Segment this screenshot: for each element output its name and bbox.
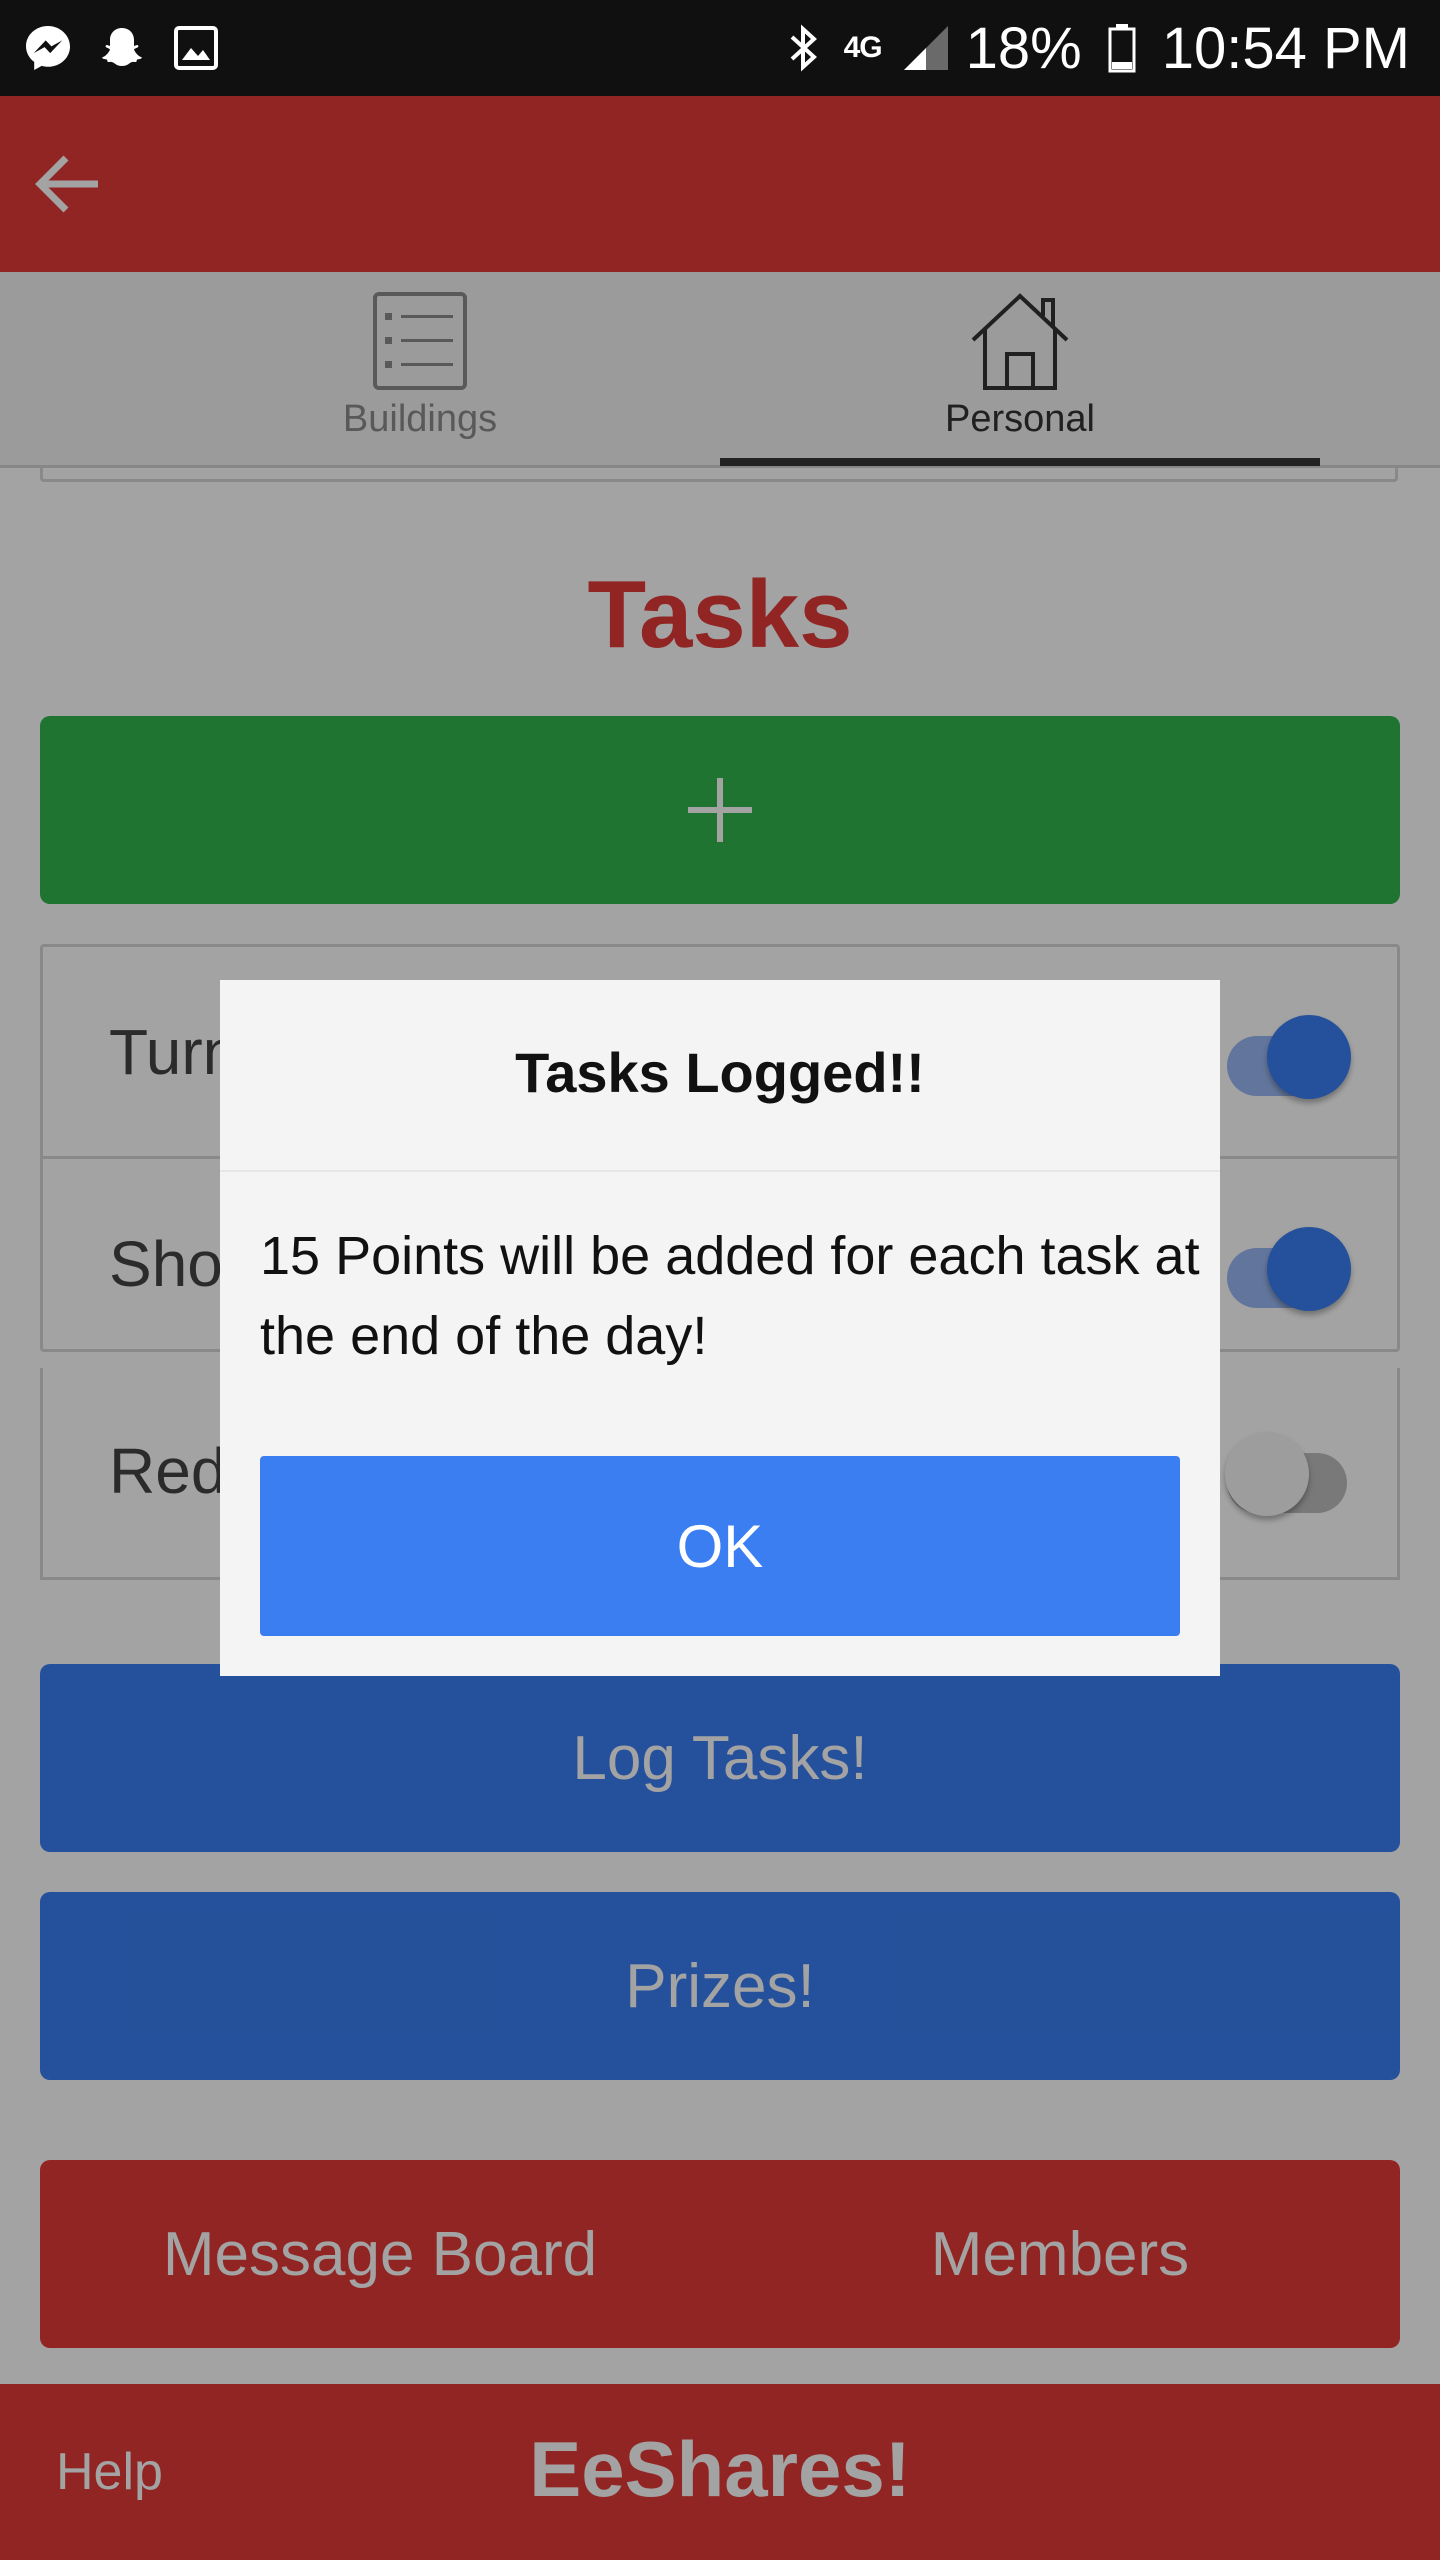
bluetooth-icon [778, 22, 830, 74]
snapchat-icon [96, 22, 148, 74]
tasks-logged-dialog: Tasks Logged!! 15 Points will be added f… [220, 980, 1220, 1676]
dialog-title: Tasks Logged!! [515, 1041, 925, 1104]
battery-icon [1096, 22, 1148, 74]
dialog-divider [220, 1170, 1220, 1172]
dialog-message: 15 Points will be added for each task at… [260, 1226, 1200, 1366]
signal-icon [900, 22, 952, 74]
gallery-icon [170, 22, 222, 74]
messenger-icon [22, 22, 74, 74]
notification-icons [22, 22, 222, 74]
ok-button[interactable]: OK [260, 1456, 1180, 1636]
network-type: 4G [843, 31, 883, 64]
status-bar: 4G 18% 10:54 PM [0, 0, 1440, 96]
system-status: 4G 18% 10:54 PM [778, 15, 1410, 82]
clock: 10:54 PM [1161, 15, 1410, 81]
battery-percent: 18% [965, 15, 1082, 81]
